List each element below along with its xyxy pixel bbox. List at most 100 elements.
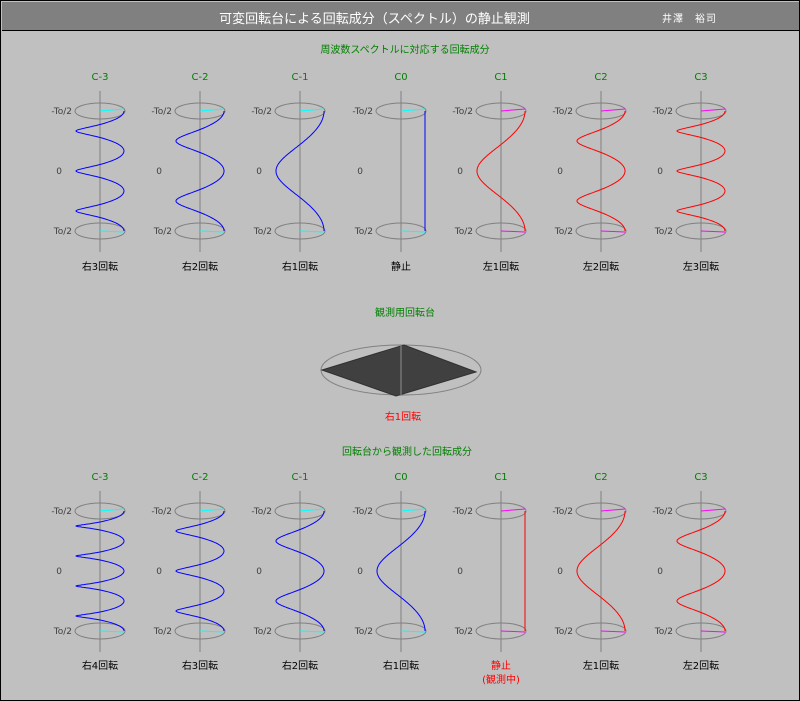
end-vector — [299, 230, 325, 233]
component-caption: 左2回転 — [583, 260, 619, 273]
tick-label-middle: 0 — [357, 567, 363, 577]
start-vector — [600, 108, 626, 112]
top-section-heading: 周波数スペクトルに対応する回転成分 — [320, 43, 489, 56]
start-vector — [700, 108, 726, 112]
tick-label-top: -To/2 — [452, 507, 473, 517]
start-vector — [500, 108, 526, 112]
component-c0: C0 -To/2 0 To/2 静止 — [352, 72, 427, 273]
component-c3: C3 -To/2 0 To/2 左3回転 — [652, 72, 727, 273]
tick-label-top: -To/2 — [552, 107, 573, 117]
start-vector — [99, 108, 125, 112]
start-vector — [700, 508, 726, 512]
start-vector — [299, 108, 325, 112]
tick-label-top: -To/2 — [51, 507, 72, 517]
component-label: C2 — [594, 72, 607, 83]
tick-label-middle: 0 — [256, 567, 262, 577]
start-vector — [99, 508, 125, 512]
tick-label-bottom: To/2 — [454, 227, 473, 237]
tick-label-top: -To/2 — [652, 507, 673, 517]
component-c1: C1 -To/2 0 To/2 静止(観測中) — [452, 472, 527, 686]
tick-label-top: -To/2 — [251, 507, 272, 517]
start-vector — [199, 108, 225, 112]
tick-label-bottom: To/2 — [654, 627, 673, 637]
top-components: C-3 -To/2 0 To/2 右3回転 C-2 -To/2 0 To/2 右2回転 C-1 -To… — [51, 72, 727, 273]
tick-label-top: -To/2 — [352, 507, 373, 517]
tick-label-top: -To/2 — [352, 107, 373, 117]
start-vector — [299, 508, 325, 512]
component-label: C-1 — [292, 72, 309, 83]
component-caption: 左2回転 — [683, 659, 719, 672]
component-label: C-3 — [92, 472, 109, 483]
component-caption: 左3回転 — [683, 260, 719, 273]
tick-label-middle: 0 — [557, 167, 563, 177]
tick-label-bottom: To/2 — [53, 627, 72, 637]
component-c3: C3 -To/2 0 To/2 左2回転 — [652, 472, 727, 672]
rotating-platform — [320, 344, 482, 397]
tick-label-bottom: To/2 — [654, 227, 673, 237]
start-vector — [400, 108, 426, 112]
end-vector — [99, 230, 125, 233]
component-caption-note: (観測中) — [482, 673, 520, 686]
component-label: C0 — [394, 72, 407, 83]
component-c-2: C-2 -To/2 0 To/2 右3回転 — [151, 472, 226, 672]
tick-label-middle: 0 — [256, 167, 262, 177]
tick-label-top: -To/2 — [552, 507, 573, 517]
tick-label-middle: 0 — [156, 167, 162, 177]
component-c0: C0 -To/2 0 To/2 右1回転 — [352, 472, 427, 672]
start-vector — [600, 508, 626, 512]
tick-label-middle: 0 — [657, 567, 663, 577]
tick-label-bottom: To/2 — [454, 627, 473, 637]
component-caption: 右3回転 — [82, 260, 118, 273]
end-vector — [99, 630, 125, 633]
component-caption: 右3回転 — [182, 659, 218, 672]
component-caption: 右2回転 — [182, 260, 218, 273]
end-vector — [500, 230, 526, 233]
start-vector — [500, 508, 526, 512]
tick-label-top: -To/2 — [151, 107, 172, 117]
platform-heading: 観測用回転台 — [375, 306, 435, 319]
start-vector — [400, 508, 426, 512]
component-c-3: C-3 -To/2 0 To/2 右3回転 — [51, 72, 126, 273]
end-vector — [400, 630, 426, 633]
end-vector — [600, 630, 626, 633]
tick-label-middle: 0 — [557, 567, 563, 577]
end-vector — [199, 630, 225, 633]
component-label: C3 — [694, 472, 707, 483]
component-caption: 右1回転 — [383, 659, 419, 672]
component-label: C1 — [494, 472, 507, 483]
tick-label-middle: 0 — [56, 567, 62, 577]
tick-label-bottom: To/2 — [554, 627, 573, 637]
component-label: C2 — [594, 472, 607, 483]
tick-label-top: -To/2 — [151, 507, 172, 517]
tick-label-top: -To/2 — [652, 107, 673, 117]
tick-label-top: -To/2 — [51, 107, 72, 117]
component-label: C-2 — [192, 472, 209, 483]
platform-caption: 右1回転 — [385, 410, 421, 423]
end-vector — [400, 230, 426, 233]
component-caption: 静止 — [391, 260, 411, 273]
component-c2: C2 -To/2 0 To/2 左2回転 — [552, 72, 627, 273]
tick-label-middle: 0 — [457, 567, 463, 577]
component-caption: 右2回転 — [282, 659, 318, 672]
component-label: C-2 — [192, 72, 209, 83]
end-vector — [199, 230, 225, 233]
rotation-diagram: 周波数スペクトルに対応する回転成分 C-3 -To/2 0 To/2 右3回転 C-2 -T… — [51, 43, 727, 686]
component-caption: 右4回転 — [82, 659, 118, 672]
end-vector — [600, 230, 626, 233]
component-c-3: C-3 -To/2 0 To/2 右4回転 — [51, 472, 126, 672]
component-c2: C2 -To/2 0 To/2 左1回転 — [552, 472, 627, 672]
end-vector — [299, 630, 325, 633]
tick-label-bottom: To/2 — [153, 627, 172, 637]
tick-label-top: -To/2 — [251, 107, 272, 117]
end-vector — [500, 630, 526, 633]
component-caption: 左1回転 — [583, 659, 619, 672]
tick-label-bottom: To/2 — [354, 627, 373, 637]
tick-label-top: -To/2 — [452, 107, 473, 117]
tick-label-bottom: To/2 — [53, 227, 72, 237]
component-label: C3 — [694, 72, 707, 83]
component-label: C-3 — [92, 72, 109, 83]
tick-label-bottom: To/2 — [554, 227, 573, 237]
tick-label-middle: 0 — [657, 167, 663, 177]
component-c1: C1 -To/2 0 To/2 左1回転 — [452, 72, 527, 273]
component-c-1: C-1 -To/2 0 To/2 右1回転 — [251, 72, 326, 273]
